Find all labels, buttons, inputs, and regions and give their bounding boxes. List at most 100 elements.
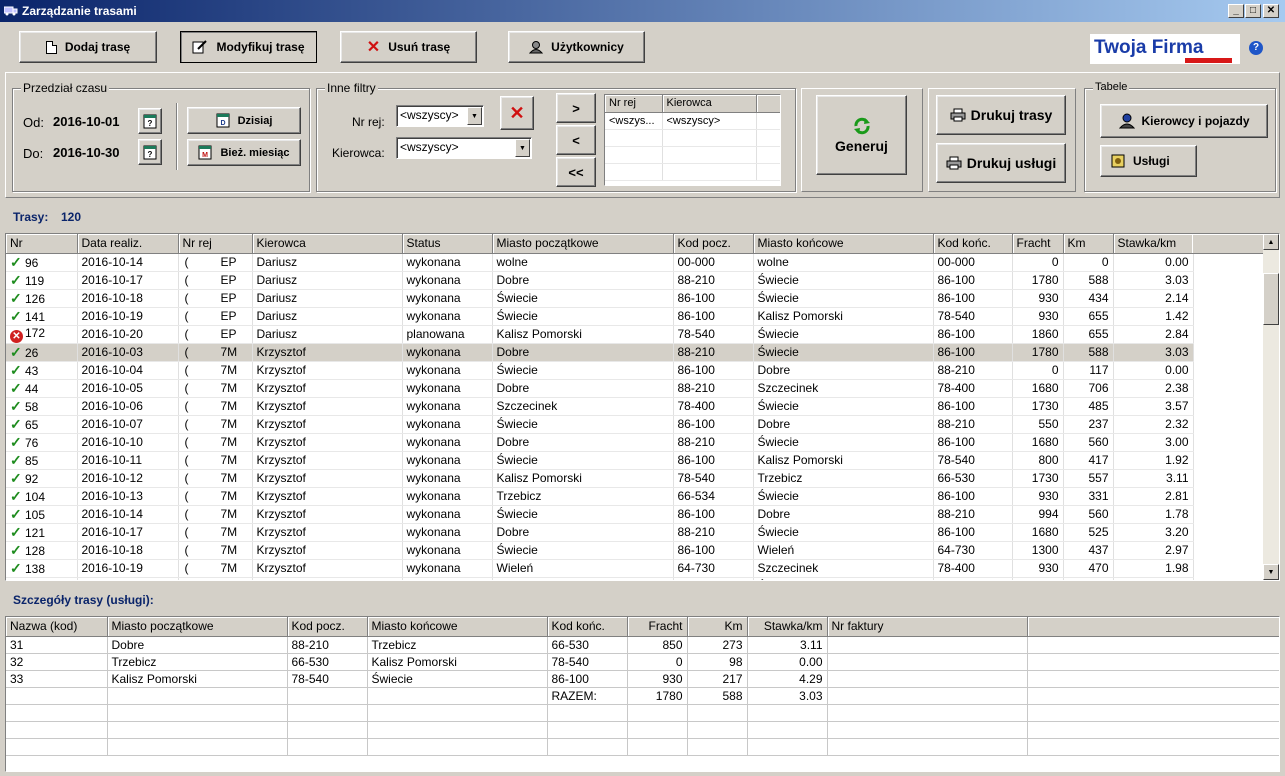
table-row[interactable]: ✓ 121 2016-10-17(7M Krzysztof wykonana Dobre 8… (6, 523, 1194, 542)
services-button[interactable]: Usługi (1100, 145, 1197, 177)
chevron-down-icon[interactable]: ▼ (515, 139, 530, 157)
scroll-up-icon[interactable]: ▲ (1263, 234, 1279, 250)
scroll-down-icon[interactable]: ▼ (1263, 564, 1279, 580)
completed-check-icon: ✓ (10, 289, 22, 306)
clear-icon: ✕ (509, 102, 525, 123)
users-button[interactable]: Użytkownicy (508, 31, 645, 63)
scroll-thumb[interactable] (1263, 273, 1279, 325)
routes-label: Trasy: (13, 210, 49, 224)
planned-x-icon: ✕ (10, 329, 23, 342)
details-header-5[interactable]: Fracht (627, 617, 688, 637)
filter-list-header-driver[interactable]: Kierowca (662, 95, 757, 113)
table-row[interactable]: ✓ 58 2016-10-06(7M Krzysztof wykonana Szczeci… (6, 397, 1194, 416)
routes-header-2[interactable]: Nr rej (178, 234, 253, 254)
routes-header-7[interactable]: Miasto końcowe (753, 234, 934, 254)
table-row[interactable]: ✕ 172 2016-10-20(EP Dariusz planowana Kalisz … (6, 325, 1194, 344)
new-document-icon (45, 40, 57, 54)
routes-scrollbar[interactable]: ▲ ▼ (1263, 234, 1279, 580)
print-routes-button[interactable]: Drukuj trasy (936, 95, 1066, 135)
routes-header-11[interactable]: Stawka/km (1113, 234, 1194, 254)
filter-list-row[interactable]: <wszys... <wszyscy> (605, 112, 780, 130)
table-row[interactable]: ✓ 119 2016-10-17(EP Dariusz wykonana Dobre 88-… (6, 271, 1194, 290)
to-date-field[interactable]: 2016-10-30 (50, 143, 135, 163)
details-header-1[interactable]: Miasto początkowe (107, 617, 288, 637)
table-row[interactable]: ✓ 44 2016-10-05(7M Krzysztof wykonana Dobre 88… (6, 379, 1194, 398)
table-row[interactable]: ✓ 138 2016-10-19(7M Krzysztof wykonana Wieleń… (6, 559, 1194, 578)
clear-filter-button[interactable]: ✕ (500, 96, 534, 130)
current-month-button[interactable]: M Bież. miesiąc (187, 139, 301, 166)
table-row[interactable]: ✓ 65 2016-10-07(7M Krzysztof wykonana Świecie… (6, 415, 1194, 434)
table-row[interactable]: ✓ 141 2016-10-19(EP Dariusz wykonana Świecie 8… (6, 307, 1194, 326)
completed-check-icon: ✓ (10, 307, 22, 324)
delete-route-button[interactable]: ✕ Usuń trasę (340, 31, 477, 63)
details-header-7[interactable]: Stawka/km (747, 617, 828, 637)
completed-check-icon: ✓ (10, 505, 22, 522)
table-row[interactable]: ✓ 126 2016-10-18(EP Dariusz wykonana Świecie 8… (6, 289, 1194, 308)
routes-header-5[interactable]: Miasto początkowe (492, 234, 674, 254)
chevron-down-icon[interactable]: ▼ (467, 107, 482, 125)
details-label: Szczegóły trasy (usługi): (13, 593, 154, 607)
table-row[interactable]: 33 Kalisz Pomorski 78-540 Świecie 86-100 930 2… (6, 670, 1279, 688)
routes-table[interactable]: Nr Data realiz. Nr rej Kierowca Status Miasto… (5, 233, 1280, 581)
table-row[interactable]: ✓ 85 2016-10-11(7M Krzysztof wykonana Świecie… (6, 451, 1194, 470)
details-header-0[interactable]: Nazwa (kod) (6, 617, 108, 637)
table-row[interactable]: ✓ 96 2016-10-14(EP Dariusz wykonana wolne 00-0… (6, 253, 1194, 272)
calendar-month-icon: M (198, 145, 212, 160)
table-row[interactable]: 31 Dobre 88-210 Trzebicz 66-530 850 273 3.11 (6, 636, 1279, 654)
table-row[interactable]: ✓ 76 2016-10-10(7M Krzysztof wykonana Dobre 88… (6, 433, 1194, 452)
today-button[interactable]: D Dzisiaj (187, 107, 301, 134)
selected-filters-list[interactable]: Nr rej Kierowca <wszys... <wszyscy> (604, 94, 781, 186)
table-row[interactable]: ✕1502016-10-20(7MKrzysztofplanowanaSzcze… (6, 577, 1194, 580)
details-table[interactable]: Nazwa (kod) Miasto początkowe Kod pocz. Mia… (5, 616, 1280, 772)
completed-check-icon: ✓ (10, 559, 22, 576)
details-header-2[interactable]: Kod pocz. (287, 617, 368, 637)
remove-all-filters-button[interactable]: << (556, 157, 596, 187)
from-date-field[interactable]: 2016-10-01 (50, 112, 135, 132)
table-row[interactable]: ✓ 92 2016-10-12(7M Krzysztof wykonana Kalisz … (6, 469, 1194, 488)
details-header-3[interactable]: Miasto końcowe (367, 617, 548, 637)
table-row[interactable]: ✓ 43 2016-10-04(7M Krzysztof wykonana Świecie… (6, 361, 1194, 380)
routes-header-3[interactable]: Kierowca (252, 234, 403, 254)
driver-select[interactable]: <wszyscy> ▼ (396, 137, 532, 159)
to-calendar-button[interactable]: ? (138, 139, 162, 165)
routes-header-9[interactable]: Fracht (1012, 234, 1064, 254)
details-header-8[interactable]: Nr faktury (827, 617, 1028, 637)
routes-header-6[interactable]: Kod pocz. (673, 234, 754, 254)
maximize-button[interactable]: □ (1245, 4, 1261, 18)
generate-button[interactable]: Generuj (816, 95, 907, 175)
details-header-6[interactable]: Km (687, 617, 748, 637)
print-services-button[interactable]: Drukuj usługi (936, 143, 1066, 183)
table-row[interactable]: ✓ 26 2016-10-03(7M Krzysztof wykonana Dobre 88… (6, 343, 1194, 362)
routes-header-0[interactable]: Nr (6, 234, 78, 254)
details-header-4[interactable]: Kod końc. (547, 617, 628, 637)
routes-header-8[interactable]: Kod końc. (933, 234, 1013, 254)
add-filter-button[interactable]: > (556, 93, 596, 123)
close-window-button[interactable]: ✕ (1263, 4, 1279, 18)
from-calendar-button[interactable]: ? (138, 108, 162, 134)
table-row[interactable]: ✓ 128 2016-10-18(7M Krzysztof wykonana Świeci… (6, 541, 1194, 560)
routes-header-10[interactable]: Km (1063, 234, 1114, 254)
completed-check-icon: ✓ (10, 523, 22, 540)
driver-icon (1119, 113, 1136, 129)
completed-check-icon: ✓ (10, 451, 22, 468)
edit-icon (192, 40, 208, 54)
remove-filter-button[interactable]: < (556, 125, 596, 155)
routes-header-1[interactable]: Data realiz. (77, 234, 179, 254)
title-bar: Zarządzanie trasami _ □ ✕ (0, 0, 1285, 22)
table-row[interactable]: 32 Trzebicz 66-530 Kalisz Pomorski 78-540 0 98… (6, 653, 1279, 671)
completed-check-icon: ✓ (10, 541, 22, 558)
printer-icon (946, 156, 962, 170)
drivers-vehicles-button[interactable]: Kierowcy i pojazdy (1100, 104, 1268, 138)
modify-route-button[interactable]: Modyfikuj trasę (180, 31, 317, 63)
completed-check-icon: ✓ (10, 415, 22, 432)
routes-header-4[interactable]: Status (402, 234, 493, 254)
table-row[interactable]: RAZEM: 1780 588 3.03 (6, 687, 1279, 705)
reg-number-select[interactable]: <wszyscy> ▼ (396, 105, 484, 127)
table-row[interactable]: ✓ 105 2016-10-14(7M Krzysztof wykonana Świeci… (6, 505, 1194, 524)
add-route-button[interactable]: Dodaj trasę (19, 31, 157, 63)
calendar-day-icon: D (216, 113, 230, 128)
table-row[interactable]: ✓ 104 2016-10-13(7M Krzysztof wykonana Trzebi… (6, 487, 1194, 506)
filter-list-header-reg[interactable]: Nr rej (605, 95, 663, 113)
minimize-button[interactable]: _ (1228, 4, 1244, 18)
help-icon[interactable]: ? (1249, 41, 1263, 55)
